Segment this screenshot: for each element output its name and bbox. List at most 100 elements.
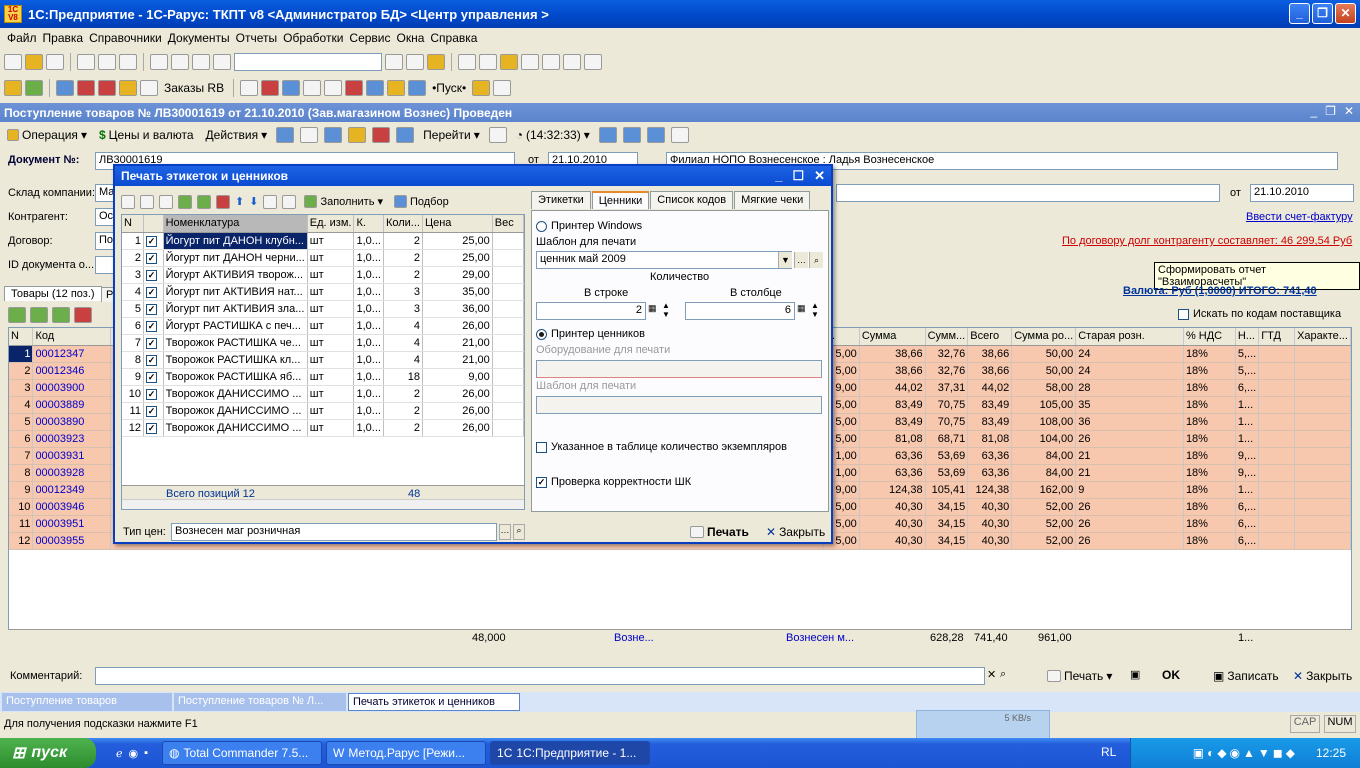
help-icon[interactable]: [427, 54, 445, 70]
label-cell-qty[interactable]: 3: [383, 300, 423, 318]
grid-cell-sum2[interactable]: 105,41: [925, 481, 969, 499]
label-cell-unit[interactable]: шт: [307, 402, 355, 420]
dialog-close-button[interactable]: ✕ Закрыть: [763, 524, 828, 540]
grid-cell-h[interactable]: 1...: [1235, 413, 1260, 431]
grid-cell-h[interactable]: 1...: [1235, 396, 1260, 414]
grid-cell-gtd[interactable]: [1258, 447, 1296, 465]
lcol-check[interactable]: [143, 215, 164, 233]
col-n[interactable]: N: [9, 328, 34, 346]
grid-cell-sum2[interactable]: 70,75: [925, 396, 969, 414]
label-cell-check[interactable]: ✓: [143, 300, 164, 318]
menu-service[interactable]: Сервис: [346, 31, 393, 45]
books-icon[interactable]: [4, 80, 22, 96]
help-doc-icon[interactable]: [488, 127, 507, 143]
grid-cell-total[interactable]: 40,30: [967, 515, 1013, 533]
grid-cell-code[interactable]: 00003951: [32, 515, 112, 533]
price-type-search-icon[interactable]: ⌕: [513, 524, 525, 540]
label-cell-price[interactable]: 26,00: [422, 402, 493, 420]
in-row-stepper[interactable]: ▲ ▼: [662, 301, 670, 319]
grid-cell-code[interactable]: 00003900: [32, 379, 112, 397]
grid-cell-retail[interactable]: 52,00: [1011, 498, 1077, 516]
label-cell-unit[interactable]: шт: [307, 334, 355, 352]
ie-icon[interactable]: ℯ: [116, 747, 123, 760]
grid-cell-h[interactable]: 5,...: [1235, 362, 1260, 380]
grid-cell-sum[interactable]: 40,30: [859, 532, 926, 550]
ok-button[interactable]: OK: [1162, 668, 1180, 682]
doc-icon-8[interactable]: [387, 80, 406, 96]
grid-cell-retail[interactable]: 50,00: [1011, 345, 1077, 363]
grid-cell-sum[interactable]: 124,38: [859, 481, 926, 499]
fill-button[interactable]: Заполнить ▾: [301, 194, 386, 209]
label-row[interactable]: 2 ✓ Йогурт пит ДАНОН черни... шт 1,0... 2 25,0…: [122, 249, 524, 267]
printer-windows-option[interactable]: Принтер Windows: [536, 220, 642, 232]
grid-cell-retail[interactable]: 58,00: [1011, 379, 1077, 397]
start-button[interactable]: ⊞ пуск: [0, 738, 96, 768]
tray-icons[interactable]: ▣◐◆◉▲▼◼◆: [1193, 746, 1298, 760]
label-cell-qty[interactable]: 2: [383, 419, 423, 437]
row-checkbox[interactable]: ✓: [145, 235, 157, 247]
grid-cell-gtd[interactable]: [1258, 413, 1296, 431]
grid-cell-old[interactable]: 26: [1075, 430, 1184, 448]
label-row[interactable]: 3 ✓ Йогурт АКТИВИЯ творож... шт 1,0... 2 29,00: [122, 266, 524, 284]
label-row[interactable]: 6 ✓ Йогурт РАСТИШКА с печ... шт 1,0... 4 26,00: [122, 317, 524, 335]
label-cell-name[interactable]: Йогурт пит АКТИВИЯ зла...: [163, 300, 308, 318]
in-row-calc-icon[interactable]: ▦: [648, 303, 657, 314]
grid-cell-vat[interactable]: 18%: [1183, 345, 1236, 363]
move-down-icon[interactable]: ⬇: [249, 195, 258, 208]
grid-cell-old[interactable]: 35: [1075, 396, 1184, 414]
grid-cell-char[interactable]: [1294, 413, 1351, 431]
arrow-out-icon[interactable]: [77, 80, 95, 96]
grid-cell-sum2[interactable]: 32,76: [925, 345, 969, 363]
menu-file[interactable]: Файл: [4, 31, 40, 45]
label-cell-check[interactable]: ✓: [143, 232, 164, 250]
label-cell-qty[interactable]: 2: [383, 402, 423, 420]
grid-cell-retail[interactable]: 105,00: [1011, 396, 1077, 414]
grid-cell-n[interactable]: 2: [9, 362, 34, 380]
menu-reports[interactable]: Отчеты: [233, 31, 280, 45]
print-small-icon[interactable]: [493, 80, 512, 96]
grid-cell-vat[interactable]: 18%: [1183, 447, 1236, 465]
row-checkbox[interactable]: ✓: [145, 320, 157, 332]
grid-cell-char[interactable]: [1294, 396, 1351, 414]
comment-field[interactable]: [95, 667, 985, 685]
grid-cell-total[interactable]: 63,36: [967, 447, 1013, 465]
label-cell-check[interactable]: ✓: [143, 351, 164, 369]
grid-cell-sum2[interactable]: 37,31: [925, 379, 969, 397]
grid-cell-n[interactable]: 1: [9, 345, 34, 363]
label-cell-name[interactable]: Творожок ДАНИССИМО ...: [163, 419, 308, 437]
label-cell-price[interactable]: 25,00: [422, 232, 493, 250]
grid-cell-n[interactable]: 3: [9, 379, 34, 397]
template-dropdown-icon[interactable]: ▼: [778, 252, 792, 268]
grid-cell-h[interactable]: 1...: [1235, 430, 1260, 448]
task-word[interactable]: W Метод.Рарус [Режи...: [326, 741, 487, 765]
grid-cell-gtd[interactable]: [1258, 481, 1296, 499]
label-cell-price[interactable]: 26,00: [422, 419, 493, 437]
grid-cell-old[interactable]: 21: [1075, 447, 1184, 465]
label-row[interactable]: 10 ✓ Творожок ДАНИССИМО ... шт 1,0... 2 26,00: [122, 385, 524, 403]
label-cell-check[interactable]: ✓: [143, 402, 164, 420]
label-cell-check[interactable]: ✓: [143, 283, 164, 301]
label-cell-name[interactable]: Творожок РАСТИШКА че...: [163, 334, 308, 352]
grid-cell-n[interactable]: 6: [9, 430, 34, 448]
grid-cell-total[interactable]: 38,66: [967, 362, 1013, 380]
grid-cell-retail[interactable]: 84,00: [1011, 447, 1077, 465]
footer-print-button[interactable]: Печать ▾: [1044, 668, 1115, 684]
label-cell-check[interactable]: ✓: [143, 266, 164, 284]
doc-minimize-button[interactable]: _: [1310, 104, 1317, 118]
grid-cell-code[interactable]: 00003889: [32, 396, 112, 414]
grid-cell-gtd[interactable]: [1258, 430, 1296, 448]
printer-windows-radio[interactable]: [536, 220, 547, 232]
col-sum[interactable]: Сумма: [859, 328, 926, 346]
grid-cell-retail[interactable]: 52,00: [1011, 515, 1077, 533]
delete-row-icon[interactable]: [74, 307, 92, 323]
menu-documents[interactable]: Документы: [165, 31, 233, 45]
label-cell-k[interactable]: 1,0...: [353, 368, 384, 386]
nav-icon-1[interactable]: [276, 127, 295, 143]
label-cell-k[interactable]: 1,0...: [353, 266, 384, 284]
nav-icon-4[interactable]: [348, 127, 367, 143]
run-button[interactable]: •Пуск•: [429, 80, 469, 96]
search-combo[interactable]: [234, 53, 382, 71]
label-cell-weight[interactable]: [492, 249, 524, 267]
grid-cell-total[interactable]: 81,08: [967, 430, 1013, 448]
label-cell-k[interactable]: 1,0...: [353, 351, 384, 369]
